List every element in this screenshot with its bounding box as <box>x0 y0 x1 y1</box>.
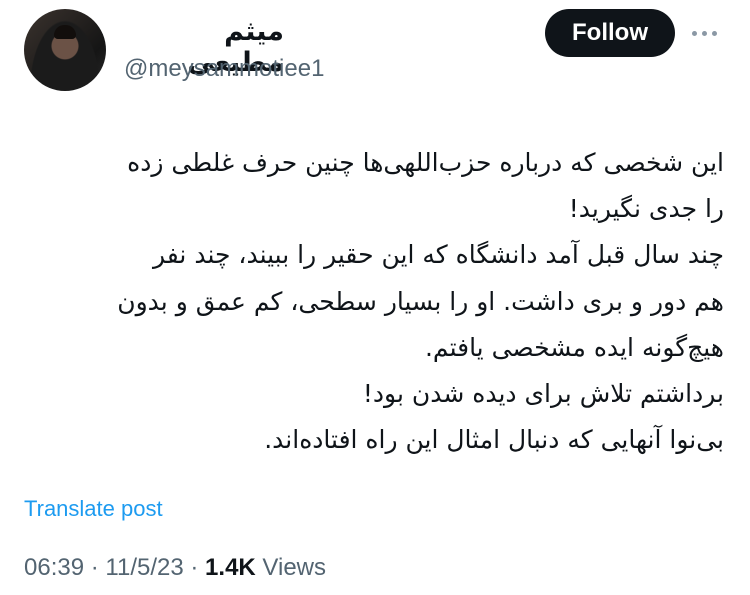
avatar[interactable] <box>24 9 106 91</box>
tweet-line: این شخصی که درباره حزب‌اللهی‌ها چنین حرف… <box>127 148 724 177</box>
tweet-line: را جدی نگیرید! <box>568 194 724 224</box>
tweet-line: چند سال قبل آمد دانشگاه که این حقیر را ب… <box>152 240 724 270</box>
more-dot <box>692 30 697 36</box>
tweet-text: این شخصی که درباره حزب‌اللهی‌ها چنین حرف… <box>24 140 724 463</box>
tweet-line: بی‌نوا آنهایی که دنبال امثال این راه افت… <box>264 425 724 455</box>
tweet-time[interactable]: 06:39 <box>24 554 84 581</box>
translate-post-link[interactable]: Translate post <box>24 496 163 522</box>
meta-separator: · <box>190 554 199 581</box>
follow-button[interactable]: Follow <box>545 9 675 57</box>
more-horizontal-icon[interactable] <box>692 26 726 40</box>
user-handle[interactable]: @meysammotiee1 <box>124 55 324 83</box>
more-dot <box>712 30 717 36</box>
tweet-date[interactable]: 11/5/23 <box>105 554 183 581</box>
tweet-meta: 06:39 · 11/5/23 · 1.4K Views <box>24 554 326 582</box>
more-dot <box>702 30 707 36</box>
meta-separator: · <box>90 554 99 581</box>
avatar-hair <box>54 25 76 39</box>
views-count: 1.4K <box>205 554 256 581</box>
views-label: Views <box>262 554 327 581</box>
tweet-line: هیچ‌گونه ایده مشخصی یافتم. <box>424 332 724 362</box>
tweet-line: هم دور و بری داشت. او را بسیار سطحی، کم … <box>117 286 724 316</box>
tweet-line: برداشتم تلاش برای دیده شدن بود! <box>362 379 724 409</box>
